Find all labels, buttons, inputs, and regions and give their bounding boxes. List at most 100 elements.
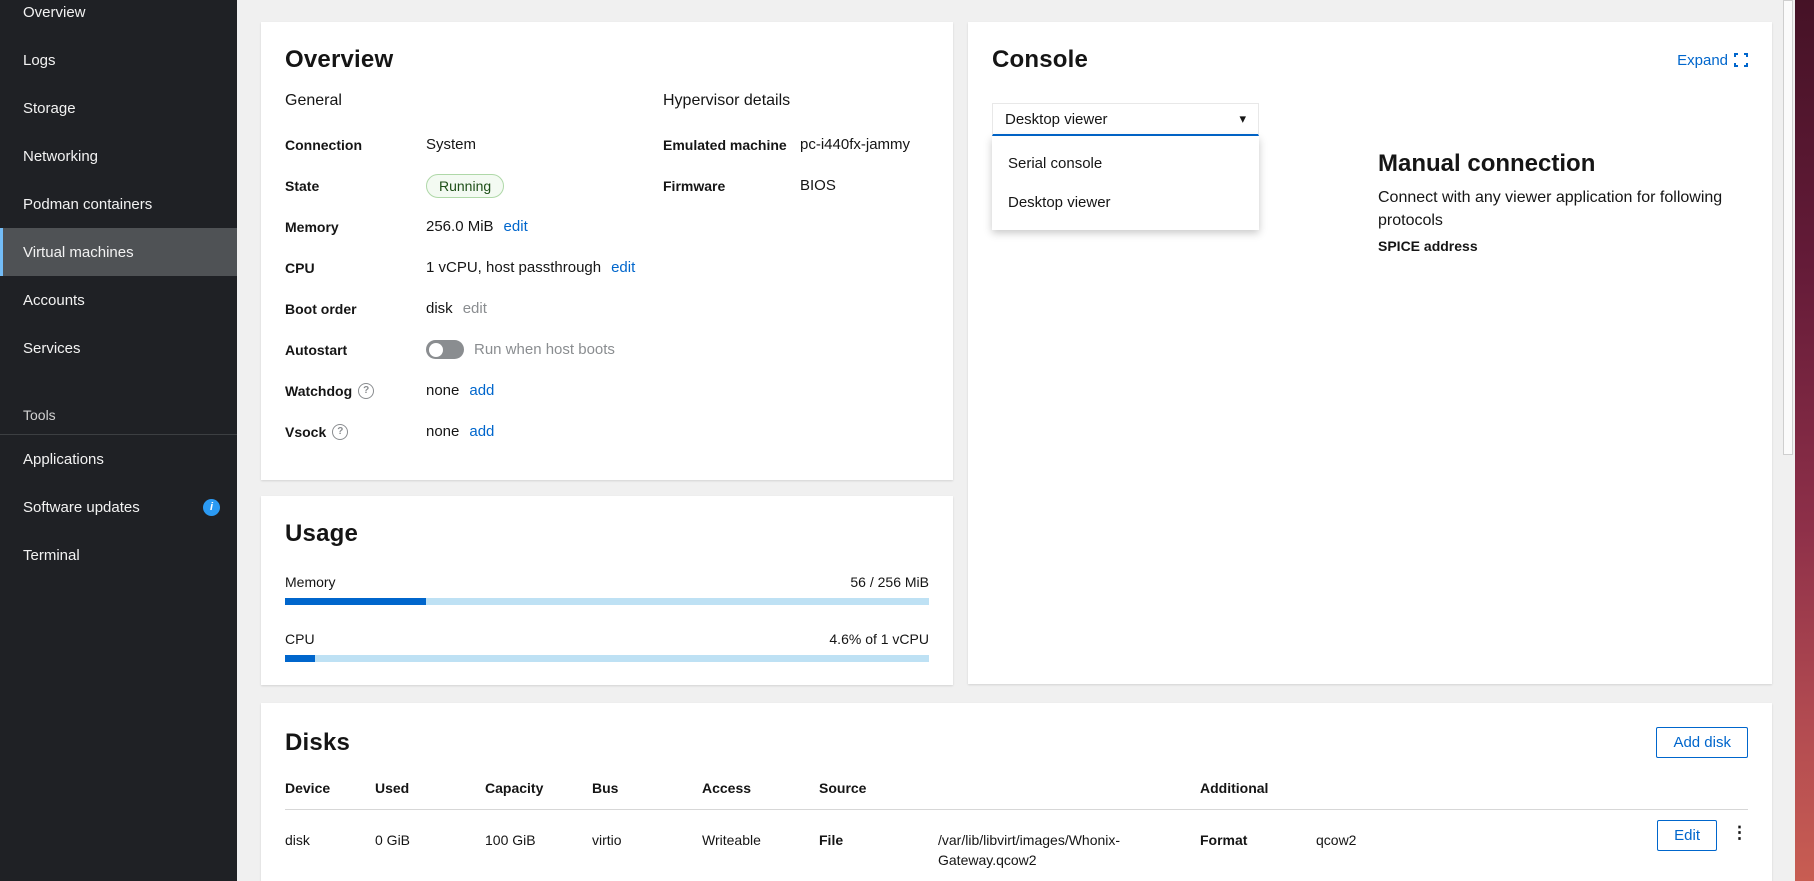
menu-item-serial-console[interactable]: Serial console (992, 144, 1259, 183)
memory-value: 256.0 MiB (426, 218, 494, 235)
emulated-machine-value: pc-i440fx-jammy (800, 136, 910, 153)
sidebar-item-services[interactable]: Services (0, 324, 237, 372)
cpu-usage-label: CPU (285, 631, 315, 647)
cpu-usage-value: 4.6% of 1 vCPU (829, 631, 929, 647)
overview-general-column: General Connection System State Running … (285, 92, 663, 452)
disk-capacity-cell: 100 GiB (485, 810, 592, 870)
console-type-selected-value: Desktop viewer (1005, 111, 1239, 128)
sidebar-item-storage[interactable]: Storage (0, 84, 237, 132)
manual-connection-section: Manual connection Connect with any viewe… (1378, 150, 1740, 254)
vsock-value: none (426, 423, 459, 440)
connection-label: Connection (285, 137, 426, 153)
col-header-source: Source (819, 780, 938, 810)
sidebar-tools-list: Applications Software updates i Terminal (0, 435, 237, 579)
col-header-spacer (938, 780, 1200, 810)
sidebar-item-software-updates[interactable]: Software updates i (0, 483, 237, 531)
main-content: Overview General Connection System State… (237, 0, 1796, 881)
connection-value: System (426, 136, 476, 153)
sidebar-item-label: Applications (23, 451, 104, 468)
cpu-usage-row: CPU 4.6% of 1 vCPU (285, 631, 929, 647)
page-scrollbar[interactable] (1782, 0, 1794, 881)
console-expand-button[interactable]: Expand (1677, 52, 1748, 69)
col-header-spacer (1316, 780, 1632, 810)
col-header-access: Access (702, 780, 819, 810)
boot-order-row: Boot order disk edit (285, 288, 663, 329)
usage-card: Usage Memory 56 / 256 MiB CPU 4.6% of 1 … (261, 496, 953, 685)
disk-bus-cell: virtio (592, 810, 702, 870)
col-header-capacity: Capacity (485, 780, 592, 810)
usage-card-title: Usage (285, 520, 929, 548)
memory-usage-row: Memory 56 / 256 MiB (285, 574, 929, 590)
sidebar-item-applications[interactable]: Applications (0, 435, 237, 483)
col-header-device: Device (285, 780, 375, 810)
menu-item-desktop-viewer[interactable]: Desktop viewer (992, 183, 1259, 222)
hypervisor-heading: Hypervisor details (663, 92, 929, 110)
sidebar-item-label: Accounts (23, 292, 85, 309)
cpu-edit-link[interactable]: edit (611, 259, 635, 276)
vsock-add-link[interactable]: add (469, 423, 494, 440)
sidebar-item-terminal[interactable]: Terminal (0, 531, 237, 579)
overview-columns: General Connection System State Running … (285, 92, 929, 452)
scrollbar-thumb[interactable] (1783, 0, 1793, 455)
add-disk-button[interactable]: Add disk (1656, 727, 1748, 758)
memory-progress-fill (285, 598, 426, 605)
emulated-machine-row: Emulated machine pc-i440fx-jammy (663, 124, 929, 165)
sidebar-item-label: Virtual machines (23, 244, 134, 261)
console-type-select[interactable]: Desktop viewer ▾ (992, 103, 1259, 136)
virtual-machine-page: Overview Logs Storage Networking Podman … (0, 0, 1814, 881)
disk-edit-button[interactable]: Edit (1657, 820, 1717, 851)
sidebar-item-networking[interactable]: Networking (0, 132, 237, 180)
kebab-menu-icon[interactable]: ⋮ (1731, 824, 1748, 841)
spice-address-label: SPICE address (1378, 238, 1740, 254)
disk-device-cell: disk (285, 810, 375, 870)
overview-card: Overview General Connection System State… (261, 22, 953, 480)
disk-source-label-cell: File (819, 810, 938, 870)
manual-connection-description: Connect with any viewer application for … (1378, 186, 1740, 232)
memory-usage-label: Memory (285, 574, 336, 590)
col-header-used: Used (375, 780, 485, 810)
desktop-wallpaper-edge (1795, 0, 1814, 881)
autostart-toggle[interactable] (426, 340, 464, 359)
watchdog-label: Watchdog (285, 383, 352, 399)
sidebar-item-accounts[interactable]: Accounts (0, 276, 237, 324)
boot-order-edit-link[interactable]: edit (463, 300, 487, 317)
col-header-spacer (1632, 780, 1748, 810)
overview-hypervisor-column: Hypervisor details Emulated machine pc-i… (663, 92, 929, 452)
expand-icon (1734, 53, 1748, 67)
general-heading: General (285, 92, 663, 110)
sidebar-section-tools: Tools (0, 402, 237, 428)
sidebar-item-podman-containers[interactable]: Podman containers (0, 180, 237, 228)
disks-card: Disks Add disk Device Used Capacity Bus … (261, 703, 1772, 881)
autostart-row: Autostart Run when host boots (285, 329, 663, 370)
emulated-machine-label: Emulated machine (663, 137, 800, 153)
watchdog-add-link[interactable]: add (469, 382, 494, 399)
sidebar-item-logs[interactable]: Logs (0, 36, 237, 84)
cpu-label: CPU (285, 260, 426, 276)
disk-used-cell: 0 GiB (375, 810, 485, 870)
memory-row: Memory 256.0 MiB edit (285, 206, 663, 247)
boot-order-value: disk (426, 300, 453, 317)
expand-label: Expand (1677, 52, 1728, 69)
watchdog-row: Watchdog ? none add (285, 370, 663, 411)
console-card: Console Expand Desktop viewer ▾ Serial c… (968, 22, 1772, 684)
sidebar: Overview Logs Storage Networking Podman … (0, 0, 237, 881)
memory-edit-link[interactable]: edit (504, 218, 528, 235)
memory-progress-track (285, 598, 929, 605)
console-type-dropdown-menu: Serial console Desktop viewer (992, 136, 1259, 230)
toggle-knob (429, 343, 443, 357)
sidebar-item-virtual-machines[interactable]: Virtual machines (0, 228, 237, 276)
caret-down-icon: ▾ (1239, 111, 1246, 127)
info-icon: i (203, 499, 220, 516)
state-badge: Running (426, 174, 504, 198)
help-icon[interactable]: ? (358, 383, 374, 399)
disk-additional-value-cell: qcow2 (1316, 810, 1632, 870)
connection-row: Connection System (285, 124, 663, 165)
sidebar-item-overview[interactable]: Overview (0, 0, 237, 36)
disks-card-title: Disks (285, 729, 350, 757)
help-icon[interactable]: ? (332, 424, 348, 440)
state-label: State (285, 178, 426, 194)
autostart-label: Autostart (285, 342, 426, 358)
col-header-bus: Bus (592, 780, 702, 810)
vsock-label: Vsock (285, 424, 326, 440)
sidebar-item-label: Storage (23, 100, 76, 117)
